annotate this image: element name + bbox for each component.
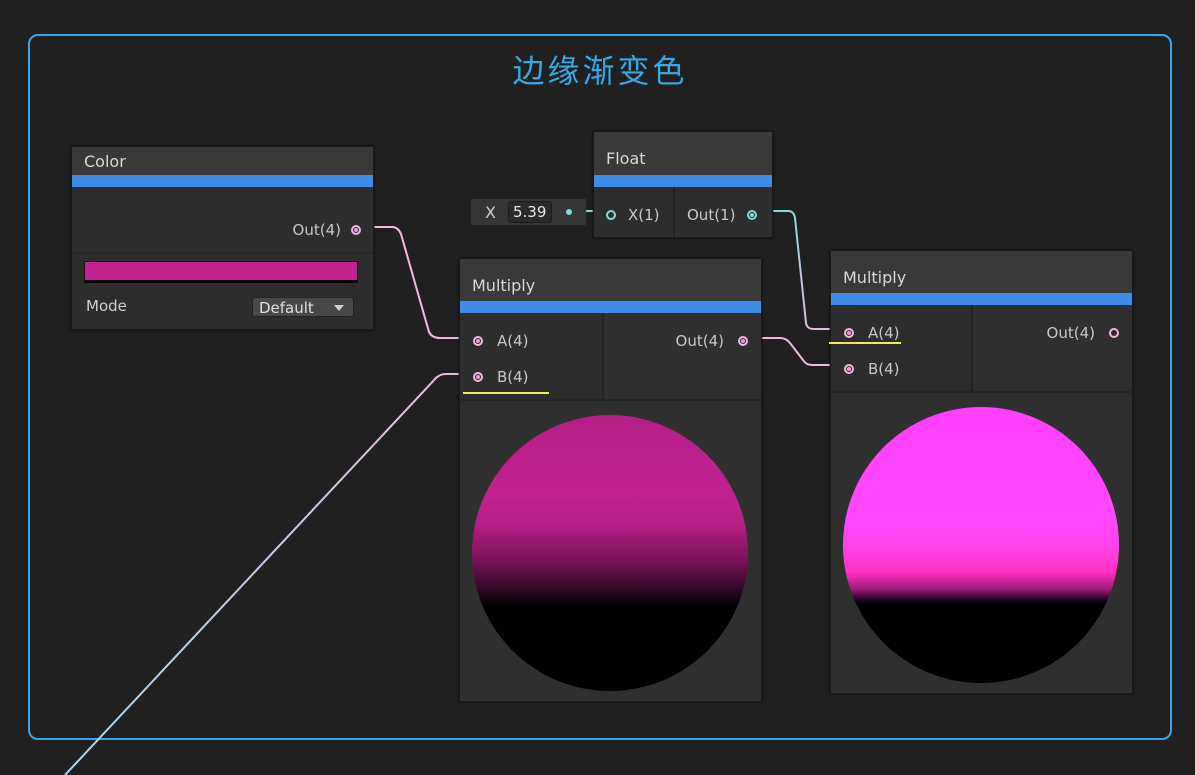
multiply-right-in-b[interactable]: B(4) [844,358,900,380]
port-icon[interactable] [473,372,483,382]
output-panel [973,305,1132,391]
port-icon[interactable] [844,364,854,374]
port-icon[interactable] [351,225,361,235]
multiply-right-in-a[interactable]: A(4) [844,322,900,344]
float-in-label: X(1) [628,206,660,224]
highlight-underline [829,342,901,344]
port-icon[interactable] [606,210,616,220]
in-b-label: B(4) [497,368,529,386]
mode-label: Mode [86,297,127,315]
multiply-node-right[interactable]: Multiply A(4) B(4) Out(4) [829,250,1133,694]
out-label: Out(4) [675,332,724,350]
in-a-label: A(4) [868,324,900,342]
output-panel [604,313,761,399]
group-title[interactable]: 边缘渐变色 [30,46,1170,92]
x-field-value[interactable]: 5.39 [507,201,552,223]
multiply-left-title[interactable]: Multiply [460,259,761,313]
out-label: Out(4) [1046,324,1095,342]
highlight-underline [463,392,549,394]
multiply-left-in-b[interactable]: B(4) [473,366,529,388]
color-node[interactable]: Color Out(4) Mode Default [71,146,374,330]
port-icon[interactable] [844,328,854,338]
port-icon[interactable] [1109,328,1119,338]
color-out-port[interactable]: Out(4) [293,219,361,241]
connector-dot-icon [565,209,572,215]
float-out-port[interactable]: Out(1) [687,204,758,226]
preview-panel [460,401,761,701]
preview-sphere [843,407,1119,683]
color-out-label: Out(4) [292,221,341,239]
x-input-field[interactable]: X 5.39 [471,199,586,225]
color-node-title[interactable]: Color [72,147,373,187]
port-icon[interactable] [738,336,748,346]
multiply-right-title[interactable]: Multiply [831,251,1132,305]
float-out-label: Out(1) [687,206,736,224]
mode-dropdown-value: Default [259,299,314,317]
x-field-label: X [485,202,496,222]
color-swatch[interactable] [84,261,358,283]
preview-panel [831,393,1132,693]
divider [673,187,675,237]
preview-sphere [472,415,748,691]
divider [72,252,373,254]
port-icon[interactable] [747,210,758,220]
multiply-right-out[interactable]: Out(4) [1047,322,1119,344]
multiply-left-out[interactable]: Out(4) [676,330,748,352]
in-b-label: B(4) [868,360,900,378]
chevron-down-icon [334,305,344,311]
float-node-title[interactable]: Float [594,132,772,187]
in-a-label: A(4) [497,332,529,350]
port-icon[interactable] [473,336,483,346]
mode-dropdown[interactable]: Default [252,297,354,317]
float-in-port[interactable]: X(1) [606,204,660,226]
multiply-left-in-a[interactable]: A(4) [473,330,529,352]
multiply-node-left[interactable]: Multiply A(4) B(4) Out(4) [459,258,762,702]
float-node[interactable]: Float X(1) Out(1) [593,131,773,238]
